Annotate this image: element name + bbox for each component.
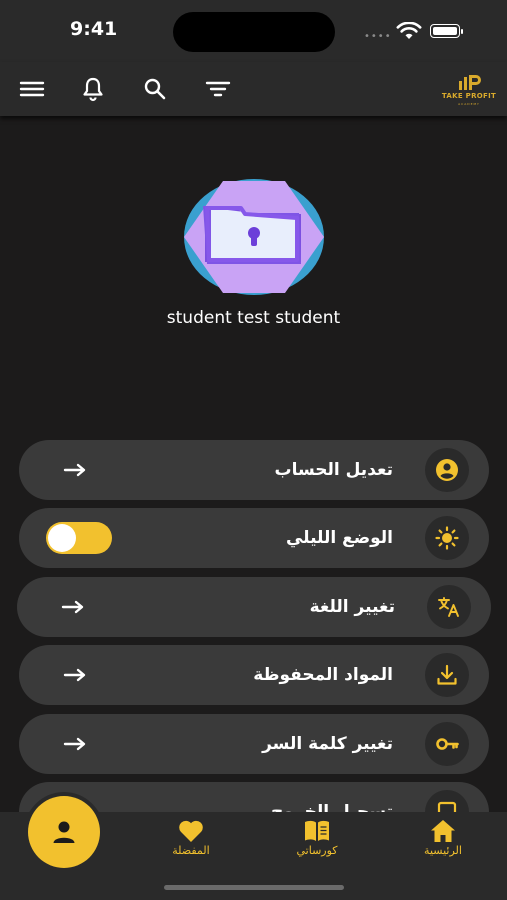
menu-label-change-password: تغيير كلمة السر xyxy=(262,734,393,754)
night-mode-toggle[interactable] xyxy=(46,522,112,554)
translate-icon-container xyxy=(427,585,471,629)
menu-item-edit-account[interactable]: تعديل الحساب xyxy=(19,440,489,500)
sun-icon xyxy=(435,526,459,550)
menu-item-night-mode: الوضع الليلي xyxy=(19,508,489,568)
menu-label-change-language: تغيير اللغة xyxy=(309,597,395,617)
key-icon-container xyxy=(425,722,469,766)
download-icon-container xyxy=(425,653,469,697)
battery-icon xyxy=(430,24,460,38)
arrow-right-icon xyxy=(63,668,86,682)
status-bar: 9:41 •••• xyxy=(0,0,507,62)
nav-item-courses[interactable]: كورساتي xyxy=(272,818,362,862)
book-icon xyxy=(305,820,329,841)
top-app-bar: TAKE PROFIT ACADEMY xyxy=(0,62,507,116)
logo-mark-icon xyxy=(459,75,481,90)
signal-icon: •••• xyxy=(364,31,392,42)
heart-icon xyxy=(179,820,203,842)
menu-label-edit-account: تعديل الحساب xyxy=(274,460,393,480)
dynamic-island xyxy=(173,12,335,52)
nav-label-favorites: المفضلة xyxy=(172,844,210,857)
arrow-right-icon xyxy=(63,463,86,477)
nav-label-home: الرئيسية xyxy=(424,844,462,857)
home-indicator xyxy=(164,885,344,890)
arrow-right-icon xyxy=(63,737,86,751)
person-icon xyxy=(53,821,75,843)
home-icon xyxy=(431,820,455,842)
bell-icon[interactable] xyxy=(79,75,107,103)
profile-name: student test student xyxy=(166,308,341,328)
nav-item-favorites[interactable]: المفضلة xyxy=(146,818,236,862)
arrow-right-icon xyxy=(61,600,84,614)
brand-logo: TAKE PROFIT ACADEMY xyxy=(440,72,498,112)
menu-icon[interactable] xyxy=(18,75,46,103)
menu-item-change-language[interactable]: تغيير اللغة xyxy=(17,577,491,637)
nav-item-home[interactable]: الرئيسية xyxy=(398,818,488,862)
nav-label-courses: كورساتي xyxy=(296,844,338,857)
download-icon xyxy=(437,664,457,685)
sun-icon-container xyxy=(425,516,469,560)
translate-icon xyxy=(438,597,459,617)
wifi-icon xyxy=(396,22,422,39)
menu-label-night-mode: الوضع الليلي xyxy=(285,528,393,548)
toggle-knob xyxy=(48,524,76,552)
status-time: 9:41 xyxy=(70,18,118,40)
menu-item-saved-materials[interactable]: المواد المحفوظة xyxy=(19,645,489,705)
account-circle-icon xyxy=(436,459,458,481)
account-icon-container xyxy=(425,448,469,492)
search-icon[interactable] xyxy=(141,75,169,103)
key-icon xyxy=(436,738,459,750)
logo-text: TAKE PROFIT xyxy=(441,92,497,100)
profile-avatar[interactable] xyxy=(183,178,325,296)
menu-item-change-password[interactable]: تغيير كلمة السر xyxy=(19,714,489,774)
logo-subtext: ACADEMY xyxy=(458,102,480,106)
filter-icon[interactable] xyxy=(204,75,232,103)
menu-label-saved-materials: المواد المحفوظة xyxy=(253,665,393,685)
profile-tab-button[interactable] xyxy=(28,796,100,868)
